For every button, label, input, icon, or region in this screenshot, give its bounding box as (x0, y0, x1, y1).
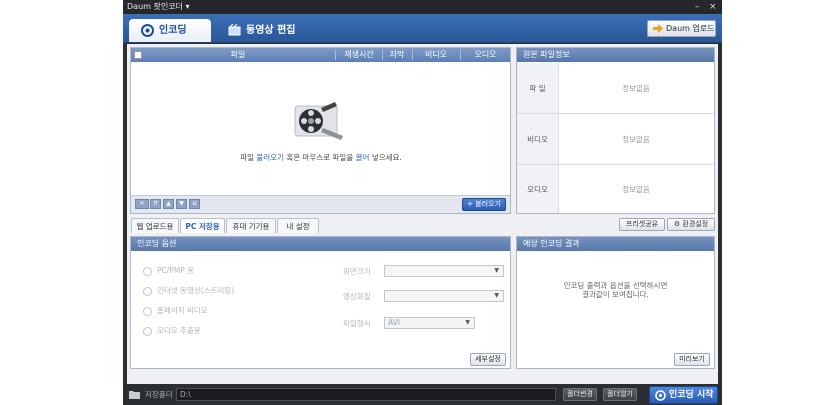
radio-streaming-label: 인터넷 동영상(스트리밍) (157, 286, 235, 295)
column-audio[interactable]: 오디오 (461, 48, 510, 62)
tab-video-edit-label: 동영상 편집 (246, 25, 296, 36)
file-format-label: 파일형식 (343, 319, 371, 328)
file-format-select[interactable]: AVI ▼ (384, 317, 475, 329)
column-video[interactable]: 비디오 (413, 48, 459, 62)
encoding-options-title: 인코딩 옵션 (131, 237, 510, 251)
select-all-checkbox[interactable] (134, 51, 142, 59)
column-duration[interactable]: 재생시간 (336, 48, 382, 62)
radio-audio-extract-label: 오디오 추출용 (157, 326, 201, 335)
move-top-icon[interactable]: ⇈ (150, 199, 161, 209)
hint-prefix: 파일 (240, 153, 257, 162)
load-file-label: 불러오기 (475, 200, 501, 208)
video-quality-label: 영상화질 (343, 292, 371, 301)
hint-suffix: 넣으세요. (369, 153, 402, 162)
radio-dot (143, 307, 152, 316)
detail-settings-button[interactable]: 세부설정 (470, 353, 506, 366)
close-icon[interactable]: × (709, 0, 717, 14)
radio-streaming[interactable]: 인터넷 동영상(스트리밍) (143, 285, 303, 297)
settings-button[interactable]: ⚙ 환경설정 (667, 218, 715, 231)
radio-pc-pmp-label: PC/PMP 용 (157, 266, 195, 275)
radio-audio-extract[interactable]: 오디오 추출용 (143, 325, 303, 337)
video-edit-icon (228, 24, 241, 36)
preview-button[interactable]: 미리보기 (674, 353, 710, 366)
expected-result-title: 예상 인코딩 결과 (517, 237, 714, 251)
start-encoding-label: 인코딩 시작 (669, 390, 714, 400)
save-folder-label: 저장폴더 (145, 390, 173, 399)
encoding-options-panel: 인코딩 옵션 PC/PMP 용 인터넷 동영상(스트리밍) 홈페이지 비디오 오… (130, 236, 511, 369)
chevron-down-icon: ▼ (465, 319, 470, 326)
file-list-panel: 파일 재생시간 자막 비디오 오디오 파일 불러오기 혹은 마우스로 파일을 끌… (130, 47, 511, 214)
radio-dot (143, 287, 152, 296)
source-info-panel: 원본 파일정보 파 일 정보없음 비디오 정보없음 오디오 정보없음 (516, 47, 715, 214)
radio-dot (143, 327, 152, 336)
title-bar: Daum 팟인코더 ▾ – × (123, 0, 722, 14)
radio-pc-pmp[interactable]: PC/PMP 용 (143, 265, 303, 277)
source-info-title: 원본 파일정보 (517, 48, 714, 62)
expected-result-line2: 결과값이 보여집니다. (582, 290, 649, 299)
radio-homepage-video[interactable]: 홈페이지 비디오 (143, 305, 303, 317)
move-up-icon[interactable]: ▲ (163, 199, 174, 209)
info-label-file: 파 일 (517, 63, 559, 113)
info-row-file: 파 일 정보없음 (517, 63, 714, 114)
info-value-audio: 정보없음 (622, 184, 650, 194)
move-down-icon[interactable]: ▼ (176, 199, 187, 209)
radio-dot (143, 267, 152, 276)
chevron-down-icon: ▼ (494, 292, 499, 299)
screen-size-select[interactable]: ▼ (384, 265, 504, 277)
expected-result-text: 인코딩 출력과 옵션을 선택하시면 결과값이 보여집니다. (517, 281, 714, 299)
info-value-file: 정보없음 (622, 83, 650, 93)
daum-upload-label: Daum 업로드 (666, 24, 715, 33)
preset-share-button[interactable]: 프리셋공유 (619, 218, 665, 231)
hint-drag-text: 끌어 (355, 153, 370, 162)
delete-icon[interactable]: ✕ (135, 199, 149, 209)
column-file[interactable]: 파일 (143, 48, 333, 62)
tab-pc-save[interactable]: PC 저장용 (180, 218, 225, 233)
hint-load-link[interactable]: 불러오기 (256, 153, 284, 162)
arrow-right-icon (653, 24, 663, 33)
open-folder-button[interactable]: 폴더열기 (603, 388, 637, 401)
hint-middle: 혹은 마우스로 파일을 (283, 153, 356, 162)
minimize-icon[interactable]: – (695, 0, 700, 14)
info-label-audio: 오디오 (517, 165, 559, 213)
info-row-video: 비디오 정보없음 (517, 114, 714, 165)
tab-encoding[interactable]: 인코딩 (129, 19, 211, 42)
change-folder-button[interactable]: 폴더변경 (563, 388, 597, 401)
expected-result-line1: 인코딩 출력과 옵션을 선택하시면 (563, 281, 668, 290)
chevron-down-icon: ▼ (494, 267, 499, 274)
settings-label: 환경설정 (682, 220, 709, 228)
encoding-icon (655, 390, 666, 401)
file-list-toolbar: ✕ ⇈ ▲ ▼ ⇊ + 불러오기 (131, 195, 510, 213)
app-title[interactable]: Daum 팟인코더 ▾ (127, 0, 189, 14)
drop-hint: 파일 불러오기 혹은 마우스로 파일을 끌어 넣으세요. (131, 152, 511, 163)
column-subtitle[interactable]: 자막 (383, 48, 411, 62)
screen-size-label: 화면크기 (343, 267, 371, 276)
tab-web-upload[interactable]: 웹 업로드용 (131, 218, 179, 233)
app-window: Daum 팟인코더 ▾ – × 인코딩 동영상 편집 Daum 업로드 파일 재… (123, 0, 722, 405)
main-toolbar: 인코딩 동영상 편집 Daum 업로드 (123, 14, 722, 43)
radio-homepage-video-label: 홈페이지 비디오 (157, 306, 208, 315)
main-content: 파일 재생시간 자막 비디오 오디오 파일 불러오기 혹은 마우스로 파일을 끌… (127, 44, 718, 384)
plus-icon: + (467, 200, 476, 208)
move-bottom-icon[interactable]: ⇊ (189, 199, 200, 209)
tab-my-settings[interactable]: 내 설정 (277, 218, 319, 233)
load-file-button[interactable]: + 불러오기 (462, 198, 506, 211)
daum-upload-button[interactable]: Daum 업로드 (647, 20, 716, 37)
folder-icon (129, 391, 140, 399)
video-quality-select[interactable]: ▼ (384, 290, 504, 302)
tab-video-edit[interactable]: 동영상 편집 (216, 19, 306, 42)
start-encoding-button[interactable]: 인코딩 시작 (649, 386, 718, 404)
file-format-value: AVI (388, 318, 400, 327)
bottom-bar: 저장폴더 D:\ 폴더변경 폴더열기 인코딩 시작 (123, 384, 722, 405)
file-list-header: 파일 재생시간 자막 비디오 오디오 (131, 48, 510, 62)
info-value-video: 정보없음 (622, 134, 650, 144)
save-path-field[interactable]: D:\ (176, 388, 556, 401)
tab-encoding-label: 인코딩 (159, 25, 187, 36)
info-label-video: 비디오 (517, 114, 559, 164)
encoding-icon (141, 24, 154, 37)
tab-mobile[interactable]: 휴대 기기용 (226, 218, 276, 233)
info-row-audio: 오디오 정보없음 (517, 165, 714, 213)
film-reel-icon (294, 102, 343, 140)
expected-result-panel: 예상 인코딩 결과 인코딩 출력과 옵션을 선택하시면 결과값이 보여집니다. … (516, 236, 715, 369)
